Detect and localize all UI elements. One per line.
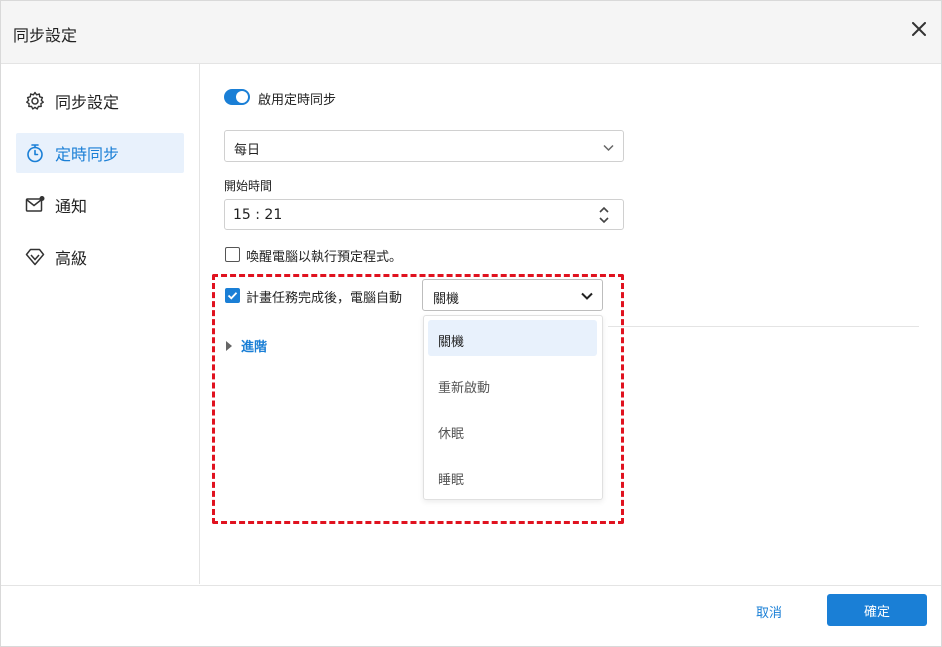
menu-item-label: 關機 [438,335,465,350]
menu-item-restart[interactable]: 重新啟動 [428,366,597,402]
after-task-action-menu: 關機 重新啟動 休眠 睡眠 [423,315,603,500]
chevron-down-icon [602,139,615,158]
advanced-label: 進階 [241,340,268,355]
mail-notification-icon [25,195,45,215]
sync-settings-dialog: 同步設定 同步設定 定時同步 通知 高級 啟用定時同步 每日 開始時間 15:… [0,0,942,647]
sidebar-item-label: 同步設定 [55,93,120,112]
diamond-icon [25,247,45,267]
gear-icon [25,91,45,111]
start-time-input[interactable]: 15 : 21 [224,199,624,230]
chevron-down-icon [580,288,594,307]
menu-item-label: 休眠 [438,427,465,442]
sidebar-item-scheduled-sync[interactable]: 定時同步 [16,133,184,173]
sidebar-item-label: 通知 [55,197,88,216]
sidebar: 同步設定 定時同步 通知 高級 [1,64,200,584]
after-task-label: 計畫任務完成後，電腦自動 [246,291,403,306]
time-spinner-icon[interactable] [597,204,611,226]
advanced-expander[interactable]: 進階 [226,336,267,355]
ok-button[interactable]: 確定 [827,594,927,626]
wake-computer-checkbox[interactable] [225,247,240,262]
sidebar-item-label: 定時同步 [55,145,120,164]
sidebar-item-sync-settings[interactable]: 同步設定 [16,81,184,121]
frequency-select[interactable]: 每日 [224,130,624,162]
start-time-label: 開始時間 [224,179,273,193]
dialog-footer: 取消 確定 [1,585,941,647]
menu-item-hibernate[interactable]: 休眠 [428,412,597,448]
sidebar-item-label: 高級 [55,249,88,268]
content-panel: 啟用定時同步 每日 開始時間 15 : 21 喚醒電腦以執行預定程式。 計畫任務… [200,64,941,584]
cancel-button[interactable]: 取消 [737,595,801,627]
sidebar-item-advanced[interactable]: 高級 [16,237,184,277]
enable-schedule-label: 啟用定時同步 [258,93,337,108]
timer-icon [25,143,45,163]
start-time-value: 15 : 21 [233,207,283,223]
after-task-action-value: 關機 [433,292,460,307]
after-task-checkbox[interactable] [225,288,240,303]
wake-computer-label: 喚醒電腦以執行預定程式。 [246,250,403,265]
menu-item-label: 睡眠 [438,473,465,488]
menu-item-label: 重新啟動 [438,381,491,396]
after-task-action-dropdown[interactable]: 關機 [422,279,603,311]
dialog-title: 同步設定 [13,26,78,45]
divider [608,326,919,327]
frequency-value: 每日 [234,143,261,158]
close-icon[interactable] [909,19,929,39]
sidebar-item-notification[interactable]: 通知 [16,185,184,225]
dialog-header: 同步設定 [1,1,941,64]
caret-right-icon [226,340,232,351]
menu-item-sleep[interactable]: 睡眠 [428,458,597,494]
toggle-knob [236,91,248,103]
enable-schedule-toggle[interactable] [224,89,250,105]
menu-item-shutdown[interactable]: 關機 [428,320,597,356]
